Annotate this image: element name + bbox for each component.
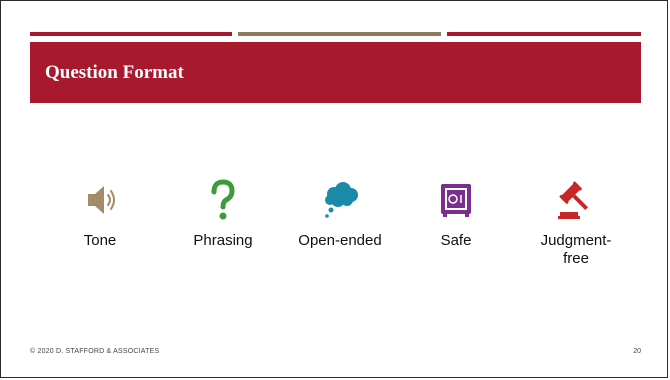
item-label: Tone <box>83 232 117 249</box>
question-mark-icon <box>211 179 235 220</box>
item-tone: Tone <box>50 176 150 250</box>
safe-icon <box>441 184 471 217</box>
item-judgment-free: Judgment- free <box>526 176 626 268</box>
slide-title: Question Format <box>45 62 184 83</box>
accent-bar-left <box>30 32 232 36</box>
item-open-ended: Open-ended <box>290 176 390 250</box>
slide: Question Format Tone Phrasing Open-ended… <box>0 0 668 378</box>
accent-bar-middle <box>238 32 441 36</box>
thought-cloud-icon <box>325 182 358 218</box>
item-label: Safe <box>440 232 472 249</box>
item-phrasing: Phrasing <box>173 176 273 250</box>
title-band: Question Format <box>30 42 641 103</box>
accent-bar-right <box>447 32 641 36</box>
speaker-icon <box>88 186 115 214</box>
item-label: Judgment- free <box>540 232 612 267</box>
item-label: Phrasing <box>193 232 253 249</box>
gavel-icon <box>558 181 589 219</box>
item-safe: Safe <box>406 176 506 250</box>
page-number: 20 <box>633 348 641 355</box>
item-label: Open-ended <box>298 232 382 249</box>
footer-copyright: © 2020 D. STAFFORD & ASSOCIATES <box>30 348 160 355</box>
